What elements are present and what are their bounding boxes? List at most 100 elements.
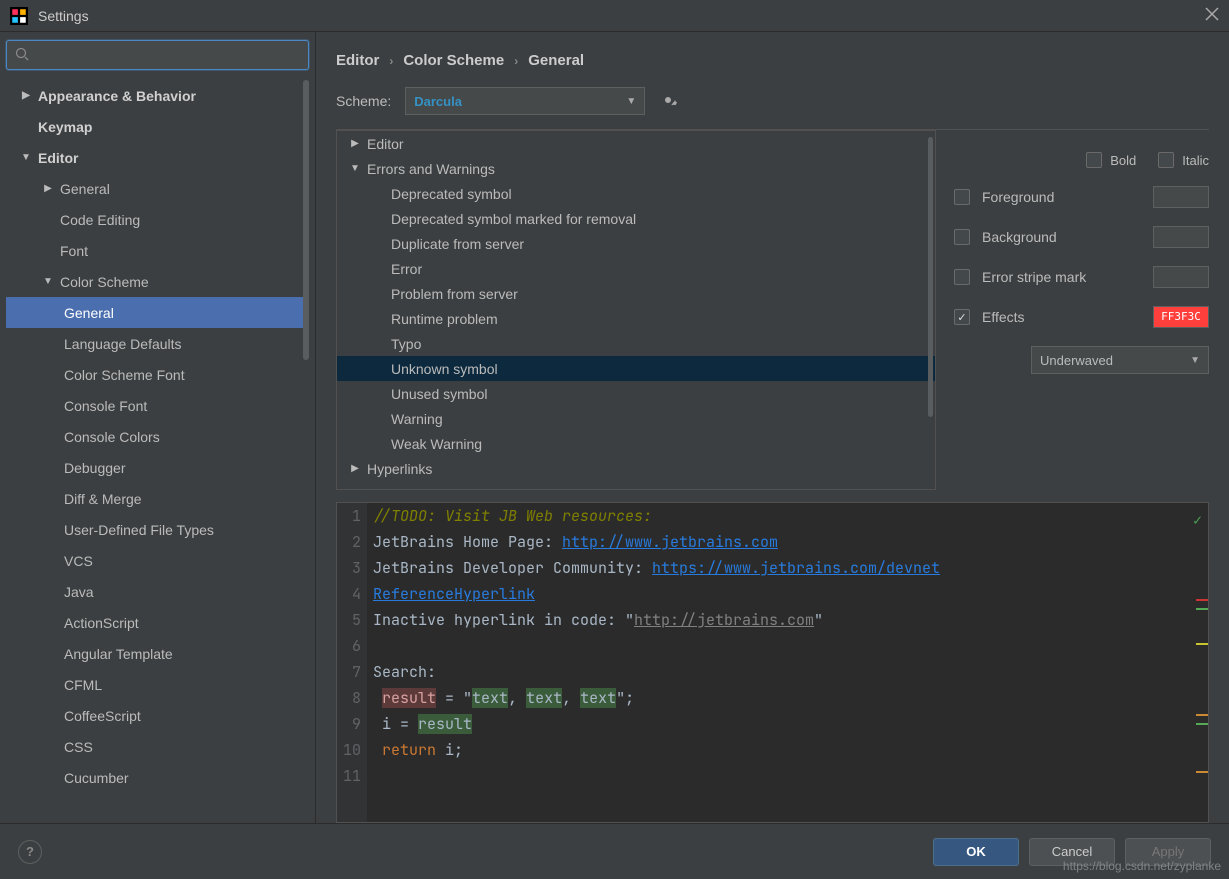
sidebar-item[interactable]: VCS [6, 545, 309, 576]
sidebar-item-label: Editor [38, 150, 78, 166]
scheme-value: Darcula [414, 94, 462, 109]
category-item[interactable]: Weak Warning [337, 431, 935, 456]
sidebar-item[interactable]: Cucumber [6, 762, 309, 793]
close-button[interactable] [1205, 7, 1219, 24]
sidebar-item[interactable]: ▶Appearance & Behavior [6, 80, 309, 111]
titlebar: Settings [0, 0, 1229, 32]
search-icon [15, 47, 29, 64]
category-item[interactable]: ▶Hyperlinks [337, 456, 935, 481]
category-item[interactable]: Unused symbol [337, 381, 935, 406]
foreground-label: Foreground [982, 189, 1141, 205]
background-label: Background [982, 229, 1141, 245]
help-button[interactable]: ? [18, 840, 42, 864]
sidebar-item[interactable]: Diff & Merge [6, 483, 309, 514]
sidebar-item-label: Diff & Merge [64, 491, 142, 507]
foreground-swatch[interactable] [1153, 186, 1209, 208]
chevron-down-icon: ▼ [349, 163, 361, 174]
breadcrumb-item: General [528, 52, 584, 69]
chevron-right-icon: ▶ [349, 138, 361, 149]
search-input[interactable] [35, 48, 300, 63]
effects-swatch[interactable]: FF3F3C [1153, 306, 1209, 328]
settings-tree[interactable]: ▶Appearance & BehaviorKeymap▼Editor▶Gene… [6, 80, 309, 823]
sidebar-item[interactable]: Console Font [6, 390, 309, 421]
category-item[interactable]: Duplicate from server [337, 231, 935, 256]
category-item-label: Weak Warning [391, 436, 482, 452]
foreground-checkbox[interactable] [954, 189, 970, 205]
sidebar-item[interactable]: Console Colors [6, 421, 309, 452]
category-item[interactable]: Typo [337, 331, 935, 356]
category-tree[interactable]: ▶ Editor ▼Errors and Warnings Deprecated sy… [336, 130, 936, 490]
search-field-wrap[interactable] [6, 40, 309, 70]
chevron-right-icon: ▶ [42, 183, 54, 194]
sidebar-item-label: Font [60, 243, 88, 259]
sidebar-item-label: ActionScript [64, 615, 139, 631]
category-scrollbar[interactable] [928, 137, 933, 417]
sidebar-item[interactable]: CSS [6, 731, 309, 762]
scheme-row: Scheme: Darcula ▼ [336, 87, 1209, 115]
bold-checkbox[interactable] [1086, 152, 1102, 168]
errorstripe-checkbox[interactable] [954, 269, 970, 285]
sidebar-item[interactable]: General [6, 297, 309, 328]
scheme-select[interactable]: Darcula ▼ [405, 87, 645, 115]
category-item[interactable]: Warning [337, 406, 935, 431]
sidebar-item[interactable]: Java [6, 576, 309, 607]
preview-minimap[interactable] [1194, 503, 1208, 822]
italic-label: Italic [1182, 153, 1209, 168]
sidebar-item-label: VCS [64, 553, 93, 569]
category-item-label: Hyperlinks [367, 461, 432, 477]
sidebar-item-label: Console Font [64, 398, 147, 414]
app-logo-icon [10, 7, 28, 25]
effects-checkbox[interactable] [954, 309, 970, 325]
sidebar-item[interactable]: Font [6, 235, 309, 266]
sidebar-item[interactable]: ▼Editor [6, 142, 309, 173]
breadcrumb-item[interactable]: Editor [336, 52, 379, 69]
ok-button[interactable]: OK [933, 838, 1019, 866]
sidebar-item[interactable]: ActionScript [6, 607, 309, 638]
gear-icon[interactable] [659, 91, 677, 112]
category-item[interactable]: Unknown symbol [337, 356, 935, 381]
category-item[interactable]: Runtime problem [337, 306, 935, 331]
effects-type-select[interactable]: Underwaved ▼ [1031, 346, 1209, 374]
category-item[interactable]: Deprecated symbol [337, 181, 935, 206]
category-item[interactable]: Deprecated symbol marked for removal [337, 206, 935, 231]
breadcrumb: Editor › Color Scheme › General [336, 52, 1209, 69]
preview-gutter: 1234567891011 [337, 503, 367, 822]
bold-label: Bold [1110, 153, 1136, 168]
effects-label: Effects [982, 309, 1141, 325]
sidebar-item[interactable]: Angular Template [6, 638, 309, 669]
properties-panel: Bold Italic Foreground Background [954, 130, 1209, 490]
category-item-label: Warning [391, 411, 443, 427]
category-item[interactable]: Error [337, 256, 935, 281]
sidebar-item[interactable]: CoffeeScript [6, 700, 309, 731]
sidebar-item-label: Color Scheme [60, 274, 149, 290]
sidebar-item[interactable]: User-Defined File Types [6, 514, 309, 545]
sidebar-item[interactable]: Language Defaults [6, 328, 309, 359]
category-item[interactable]: ▼Errors and Warnings [337, 156, 935, 181]
background-checkbox[interactable] [954, 229, 970, 245]
category-item-label: Deprecated symbol [391, 186, 512, 202]
sidebar-item[interactable]: Debugger [6, 452, 309, 483]
chevron-down-icon: ▼ [626, 96, 636, 107]
breadcrumb-item[interactable]: Color Scheme [403, 52, 504, 69]
sidebar-item-label: Appearance & Behavior [38, 88, 196, 104]
code-preview[interactable]: 1234567891011 //TODO: Visit JB Web resou… [336, 502, 1209, 823]
category-item-label: Problem from server [391, 286, 518, 302]
sidebar-item[interactable]: Color Scheme Font [6, 359, 309, 390]
sidebar-item[interactable]: CFML [6, 669, 309, 700]
italic-checkbox[interactable] [1158, 152, 1174, 168]
category-item[interactable]: Problem from server [337, 281, 935, 306]
sidebar-item-label: Angular Template [64, 646, 173, 662]
category-item[interactable]: ▶ Editor [337, 131, 935, 156]
category-item-label: Editor [367, 136, 404, 152]
sidebar-item[interactable]: ▶General [6, 173, 309, 204]
sidebar-item-label: User-Defined File Types [64, 522, 214, 538]
errorstripe-swatch[interactable] [1153, 266, 1209, 288]
sidebar-item-label: Keymap [38, 119, 92, 135]
sidebar-scrollbar[interactable] [303, 80, 309, 360]
sidebar-item[interactable]: Code Editing [6, 204, 309, 235]
chevron-down-icon: ▼ [1190, 355, 1200, 366]
sidebar-item[interactable]: ▼Color Scheme [6, 266, 309, 297]
background-swatch[interactable] [1153, 226, 1209, 248]
sidebar-item-label: CFML [64, 677, 102, 693]
sidebar-item[interactable]: Keymap [6, 111, 309, 142]
